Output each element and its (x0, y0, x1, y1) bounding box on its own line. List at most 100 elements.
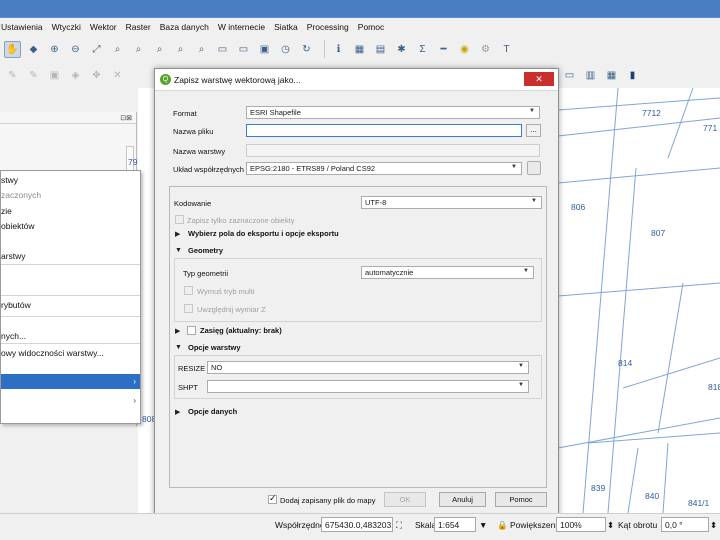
submenu-arrow-icon: › (133, 377, 136, 386)
collapse-arrow-icon[interactable]: ▼ (175, 344, 182, 351)
show-bookmarks-icon[interactable]: ▭ (235, 41, 252, 58)
pencil-icon[interactable]: ✎ (4, 67, 21, 84)
temporal-icon[interactable]: ◷ (277, 41, 294, 58)
magnifier-label: Powiększenie (510, 520, 562, 530)
save-edits-icon[interactable]: ▣ (46, 67, 63, 84)
layer-context-menu: stwy zaczonych zie obiektów arstwy rybut… (0, 170, 141, 424)
add-to-map-checkbox[interactable] (268, 493, 277, 504)
new-bookmark-icon[interactable]: ▭ (214, 41, 231, 58)
pan-to-selection-icon[interactable]: ◆ (25, 41, 42, 58)
filename-input[interactable] (246, 124, 522, 137)
annotation-icon[interactable]: ◉ (456, 41, 473, 58)
parcel-label: 841/1 (688, 498, 710, 508)
text-annotation-icon[interactable]: T (498, 41, 515, 58)
refresh-icon[interactable]: ▣ (256, 41, 273, 58)
force-multi-checkbox[interactable] (184, 286, 193, 295)
attribute-table-icon[interactable]: ▦ (351, 41, 368, 58)
menu-settings[interactable]: Ustawienia (1, 22, 43, 32)
projection-selector-icon[interactable] (527, 161, 541, 175)
zoom-last-icon[interactable]: ⌕ (172, 41, 189, 58)
expand-arrow-icon[interactable]: ▶ (175, 230, 180, 238)
ok-button[interactable]: OK (384, 492, 426, 507)
extent-checkbox[interactable] (187, 326, 196, 335)
menu-help[interactable]: Pomoc (358, 22, 384, 32)
menu-plugins[interactable]: Wtyczki (52, 22, 81, 32)
statistics-icon[interactable]: Σ (414, 41, 431, 58)
ctx-menu-item[interactable]: obiektów (1, 221, 35, 231)
menu-vector[interactable]: Wektor (90, 22, 117, 32)
magnifier-spin-icon[interactable]: ⬍ (607, 520, 614, 531)
zoom-native-icon[interactable]: ⌕ (151, 41, 168, 58)
browse-button[interactable]: ... (526, 124, 541, 137)
close-button[interactable]: ✕ (524, 72, 554, 86)
ctx-menu-item[interactable]: rybutów (1, 300, 31, 310)
expand-arrow-icon[interactable]: ▶ (175, 327, 180, 335)
pin-label-icon[interactable]: ▭ (561, 67, 578, 84)
coords-field[interactable]: 675430.0,483203.0 (321, 517, 393, 532)
menu-database[interactable]: Baza danych (160, 22, 209, 32)
panel-float-close-icon[interactable]: ⊡⊠ (120, 114, 132, 122)
scale-field[interactable]: 1:654 (434, 517, 476, 532)
ctx-menu-item[interactable]: zie (1, 206, 12, 216)
zoom-to-layer-icon[interactable]: ⌕ (130, 41, 147, 58)
shpt-select[interactable]: ▼ (207, 380, 529, 393)
menu-raster[interactable]: Raster (126, 22, 151, 32)
edit-icon[interactable]: ✎ (25, 67, 42, 84)
magnifier-field[interactable]: 100% (556, 517, 606, 532)
fields-group-label[interactable]: Wybierz pola do eksportu i opcje eksport… (188, 229, 339, 238)
menu-separator (1, 264, 140, 265)
move-feature-icon[interactable]: ✥ (88, 67, 105, 84)
rotation-spin-icon[interactable]: ⬍ (710, 520, 717, 531)
force-multi-label: Wymuś tryb multi (197, 287, 255, 296)
python-icon[interactable]: ▮ (624, 67, 641, 84)
collapse-arrow-icon[interactable]: ▼ (175, 247, 182, 254)
ctx-menu-item[interactable]: arstwy (1, 251, 26, 261)
field-calculator-icon[interactable]: ▤ (372, 41, 389, 58)
only-selected-checkbox[interactable] (175, 215, 184, 224)
measure-icon[interactable]: ━ (435, 41, 452, 58)
layer-options-label[interactable]: Opcje warstwy (188, 343, 241, 352)
options-scroll-area[interactable]: Kodowanie UTF-8 ▼ Zapisz tylko zaznaczon… (169, 186, 547, 488)
ctx-menu-item[interactable]: nych... (1, 331, 26, 341)
lock-scale-icon[interactable]: 🔒 (497, 520, 508, 531)
add-feature-icon[interactable]: ◈ (67, 67, 84, 84)
help-button[interactable]: Pomoc (495, 492, 547, 507)
ctx-menu-item-highlighted[interactable] (1, 374, 140, 389)
zoom-out-icon[interactable]: ⊖ (67, 41, 84, 58)
extent-group-label[interactable]: Zasięg (aktualny: brak) (200, 326, 282, 335)
identify-icon[interactable]: ℹ (330, 41, 347, 58)
gear-icon[interactable]: ⚙ (477, 41, 494, 58)
window-title-bar (0, 0, 720, 18)
menu-mesh[interactable]: Siatka (274, 22, 298, 32)
expand-arrow-icon[interactable]: ▶ (175, 408, 180, 416)
plugin-icon[interactable]: ▥ (582, 67, 599, 84)
delete-icon[interactable]: ✕ (109, 67, 126, 84)
zoom-to-selection-icon[interactable]: ⌕ (109, 41, 126, 58)
ctx-menu-item[interactable]: owy widoczności warstwy... (1, 348, 104, 358)
menu-web[interactable]: W internecie (218, 22, 265, 32)
refresh-map-icon[interactable]: ↻ (298, 41, 315, 58)
zoom-in-icon[interactable]: ⊕ (46, 41, 63, 58)
data-options-label[interactable]: Opcje danych (188, 407, 237, 416)
only-selected-label: Zapisz tylko zaznaczone obiekty (187, 216, 295, 225)
encoding-select[interactable]: UTF-8 ▼ (361, 196, 542, 209)
extents-toggle-icon[interactable]: ⛶ (396, 520, 402, 531)
pan-icon[interactable]: ✋ (4, 40, 21, 58)
ctx-menu-item[interactable]: zaczonych (1, 190, 41, 200)
plugin2-icon[interactable]: ▦ (603, 67, 620, 84)
ctx-menu-item[interactable]: stwy (1, 175, 18, 185)
layername-input[interactable] (246, 144, 540, 157)
zoom-next-icon[interactable]: ⌕ (193, 41, 210, 58)
resize-select[interactable]: NO ▼ (207, 361, 529, 374)
menu-processing[interactable]: Processing (307, 22, 349, 32)
format-select[interactable]: ESRI Shapefile ▼ (246, 106, 540, 119)
geometry-type-select[interactable]: automatycznie ▼ (361, 266, 534, 279)
rotation-field[interactable]: 0,0 ° (661, 517, 709, 532)
include-z-checkbox[interactable] (184, 304, 193, 313)
geometry-group-label[interactable]: Geometry (188, 246, 223, 255)
chevron-down-icon[interactable]: ▼ (479, 520, 487, 530)
cancel-button[interactable]: Anuluj (439, 492, 486, 507)
crs-select[interactable]: EPSG:2180 - ETRS89 / Poland CS92 ▼ (246, 162, 522, 175)
zoom-full-icon[interactable]: ⤢ (88, 41, 105, 58)
settings-icon[interactable]: ✱ (393, 41, 410, 58)
